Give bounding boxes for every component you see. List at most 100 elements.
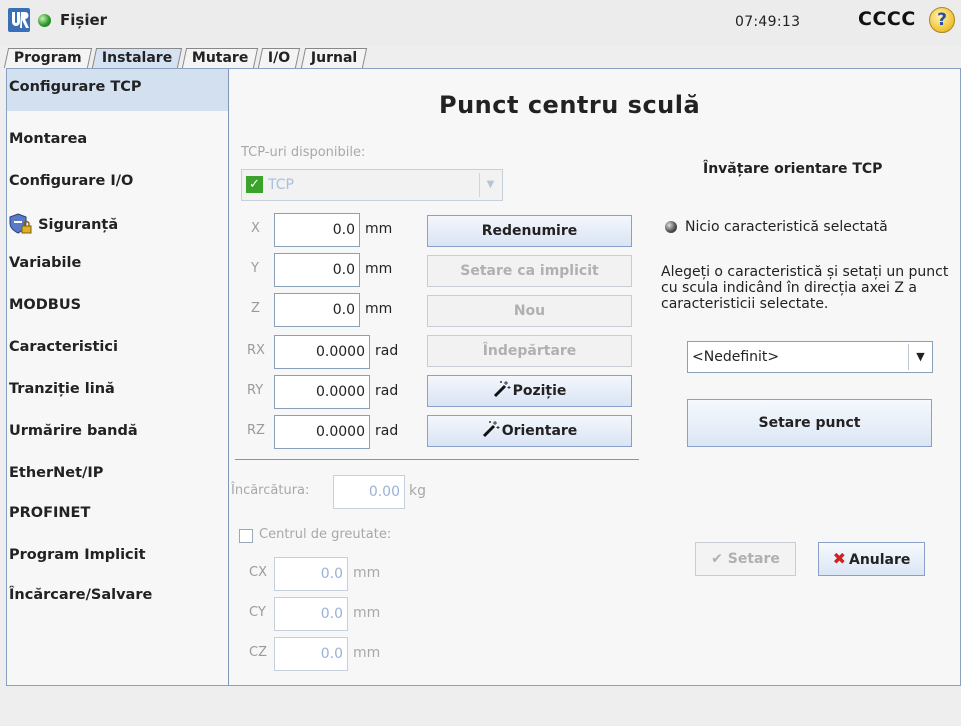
cy-field[interactable]: 0.0 <box>274 597 348 631</box>
sidebar-item-features[interactable]: Caracteristici <box>7 329 228 371</box>
robot-name: CCCC <box>858 8 916 30</box>
teach-orientation-title: Învățare orientare TCP <box>703 161 883 177</box>
z-unit: mm <box>365 301 393 317</box>
cancel-button[interactable]: ✖ Anulare <box>818 542 925 576</box>
set-point-button[interactable]: Setare punct <box>687 399 932 447</box>
rx-field[interactable]: 0.0000 <box>274 335 370 369</box>
orientation-label: Orientare <box>501 423 578 439</box>
sidebar-item-conveyor[interactable]: Urmărire bandă <box>7 413 228 455</box>
payload-label: Încărcătura: <box>231 483 310 498</box>
rx-unit: rad <box>375 343 399 359</box>
payload-unit: kg <box>409 483 426 499</box>
robot-status-icon[interactable] <box>38 14 51 27</box>
sidebar-item-profinet[interactable]: PROFINET <box>7 495 228 537</box>
remove-button[interactable]: Îndepărtare <box>427 335 632 367</box>
chevron-down-icon: ▼ <box>908 344 932 370</box>
cx-unit: mm <box>353 565 381 581</box>
sidebar-item-load-save[interactable]: Încărcare/Salvare <box>7 577 228 619</box>
magic-wand-icon <box>482 421 500 438</box>
tab-io[interactable]: I/O <box>258 48 301 68</box>
tab-instalare[interactable]: Instalare <box>91 48 183 68</box>
axis-label-x: X <box>251 221 260 236</box>
sidebar-item-safety[interactable]: Siguranță <box>7 203 228 245</box>
sidebar-item-smooth-transition[interactable]: Tranziție lină <box>7 371 228 413</box>
y-field[interactable]: 0.0 <box>274 253 360 287</box>
payload-field[interactable]: 0.00 <box>333 475 405 509</box>
tab-jurnal[interactable]: Jurnal <box>300 48 368 68</box>
sidebar-item-modbus[interactable]: MODBUS <box>7 287 228 329</box>
rz-unit: rad <box>375 423 399 439</box>
ry-field[interactable]: 0.0000 <box>274 375 370 409</box>
y-unit: mm <box>365 261 393 277</box>
top-bar: Fișier 07:49:13 CCCC ? <box>0 0 961 46</box>
close-icon: ✖ <box>832 549 846 568</box>
chevron-down-icon: ▼ <box>479 173 501 197</box>
new-button[interactable]: Nou <box>427 295 632 327</box>
axis-label-cx: CX <box>249 565 267 580</box>
cog-checkbox[interactable] <box>239 529 253 543</box>
x-field[interactable]: 0.0 <box>274 213 360 247</box>
ry-unit: rad <box>375 383 399 399</box>
tab-label: I/O <box>268 50 291 66</box>
tab-label: Instalare <box>101 50 172 66</box>
axis-label-cy: CY <box>249 605 266 620</box>
ur-logo-icon <box>8 8 30 32</box>
axis-label-y: Y <box>251 261 259 276</box>
tcp-select[interactable]: ✓ TCP ▼ <box>241 169 503 201</box>
x-unit: mm <box>365 221 393 237</box>
feature-select[interactable]: <Nedefinit> ▼ <box>687 341 933 373</box>
sidebar-item-label: Siguranță <box>38 217 119 233</box>
divider <box>235 459 639 460</box>
z-field[interactable]: 0.0 <box>274 293 360 327</box>
position-label: Poziție <box>512 383 567 399</box>
sidebar-item-variables[interactable]: Variabile <box>7 245 228 287</box>
sidebar-item-io-setup[interactable]: Configurare I/O <box>7 163 228 205</box>
tab-label: Jurnal <box>310 50 357 66</box>
cy-unit: mm <box>353 605 381 621</box>
sidebar-item-montarea[interactable]: Montarea <box>7 121 228 163</box>
axis-label-ry: RY <box>247 383 264 398</box>
help-icon[interactable]: ? <box>929 7 955 33</box>
main-tabs: Program Instalare Mutare I/O Jurnal <box>3 48 369 68</box>
axis-label-rx: RX <box>247 343 265 358</box>
tab-program[interactable]: Program <box>3 48 92 68</box>
feature-select-value: <Nedefinit> <box>692 349 780 365</box>
installation-frame: Configurare TCP Montarea Configurare I/O… <box>6 68 961 686</box>
check-icon: ✓ <box>246 176 263 193</box>
tcp-available-label: TCP-uri disponibile: <box>241 145 366 160</box>
cz-field[interactable]: 0.0 <box>274 637 348 671</box>
tab-mutare[interactable]: Mutare <box>181 48 259 68</box>
magic-wand-icon <box>493 381 511 398</box>
cog-label: Centrul de greutate: <box>259 527 392 542</box>
file-menu[interactable]: Fișier <box>60 11 107 29</box>
position-button[interactable]: Poziție <box>427 375 632 407</box>
teach-instructions: Alegeți o caracteristică și setați un pu… <box>661 264 949 312</box>
axis-label-z: Z <box>251 301 260 316</box>
set-button[interactable]: ✔ Setare <box>695 542 796 576</box>
bottom-bar <box>0 687 961 726</box>
cx-field[interactable]: 0.0 <box>274 557 348 591</box>
checkmark-icon: ✔ <box>711 551 723 567</box>
shield-lock-icon <box>9 213 32 234</box>
cz-unit: mm <box>353 645 381 661</box>
set-default-button[interactable]: Setare ca implicit <box>427 255 632 287</box>
tcp-select-value: TCP <box>268 177 294 193</box>
page-title: Punct centru sculă <box>439 91 701 119</box>
sidebar: Configurare TCP Montarea Configurare I/O… <box>7 69 229 685</box>
sidebar-item-tcp[interactable]: Configurare TCP <box>7 69 228 111</box>
tcp-panel: Punct centru sculă TCP-uri disponibile: … <box>229 69 961 685</box>
sidebar-item-default-program[interactable]: Program Implicit <box>7 537 228 579</box>
set-label: Setare <box>727 551 780 567</box>
cancel-label: Anulare <box>848 552 911 568</box>
rename-button[interactable]: Redenumire <box>427 215 632 247</box>
feature-status-icon <box>665 221 677 233</box>
orientation-button[interactable]: Orientare <box>427 415 632 447</box>
axis-label-cz: CZ <box>249 645 267 660</box>
rz-field[interactable]: 0.0000 <box>274 415 370 449</box>
tab-label: Program <box>13 50 82 66</box>
no-feature-text: Nicio caracteristică selectată <box>685 219 888 235</box>
sidebar-item-ethernetip[interactable]: EtherNet/IP <box>7 455 228 497</box>
clock: 07:49:13 <box>735 14 801 30</box>
tab-label: Mutare <box>191 50 249 66</box>
axis-label-rz: RZ <box>247 423 265 438</box>
